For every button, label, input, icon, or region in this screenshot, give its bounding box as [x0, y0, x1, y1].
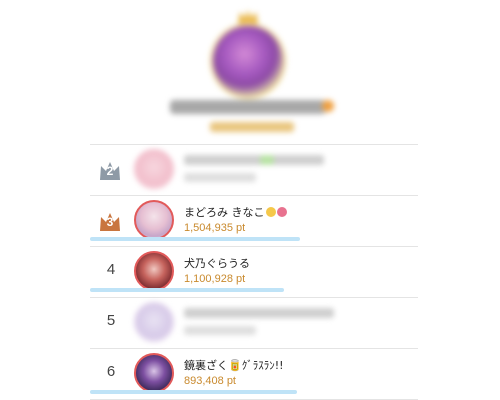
avatar[interactable] [134, 149, 174, 189]
ranking-row-5[interactable]: 5 [90, 297, 418, 348]
name-blurred [184, 155, 324, 165]
member-points: 893,408 pt [184, 375, 236, 387]
emoji-blurred [260, 155, 274, 165]
member-points: 1,504,935 pt [184, 222, 246, 234]
silver-crown-icon: 2 [99, 159, 121, 181]
member-name: 鏡裏ざく🥫ｸﾞﾗｽﾗﾝ!! [184, 359, 284, 372]
rank-1-avatar[interactable] [213, 26, 283, 96]
ranking-row-3[interactable]: 3 まどろみ きなこ 1,504,935 pt [90, 195, 418, 246]
progress-bar [90, 390, 297, 394]
rank-1-header [0, 0, 500, 145]
ranking-row-6[interactable]: 6 鏡裏ざく🥫ｸﾞﾗｽﾗﾝ!! 893,408 pt [90, 348, 418, 400]
gold-crown-icon [238, 10, 258, 24]
rank-number: 3 [106, 215, 114, 229]
rank-1-name-blurred [170, 100, 326, 114]
avatar[interactable] [134, 302, 174, 342]
bronze-crown-icon: 3 [99, 210, 121, 232]
ranking-row-4[interactable]: 4 犬乃ぐらうる 1,100,928 pt [90, 246, 418, 297]
name-blurred [184, 308, 334, 318]
rank-number: 5 [106, 312, 116, 329]
ranking-row-2[interactable]: 2 [90, 144, 418, 195]
ranking-list: 2 3 まどろみ きなこ 1,504,935 pt 4 犬乃ぐらうる 1,100… [90, 144, 418, 400]
member-name: まどろみ きなこ [184, 204, 287, 220]
rank-1-points-blurred [210, 122, 294, 132]
flower-emoji-icon [276, 207, 287, 217]
member-points: 1,100,928 pt [184, 273, 246, 285]
avatar[interactable] [134, 353, 174, 393]
smile-emoji-icon [265, 207, 276, 217]
rank-number: 6 [106, 363, 116, 380]
points-blurred [184, 326, 256, 335]
progress-bar [90, 237, 300, 241]
rank-1-emoji-blurred [322, 100, 334, 112]
points-blurred [184, 173, 256, 182]
avatar[interactable] [134, 200, 174, 240]
avatar[interactable] [134, 251, 174, 291]
rank-number: 4 [106, 261, 116, 278]
rank-number: 2 [106, 164, 114, 178]
member-name: 犬乃ぐらうる [184, 257, 250, 270]
progress-bar [90, 288, 284, 292]
